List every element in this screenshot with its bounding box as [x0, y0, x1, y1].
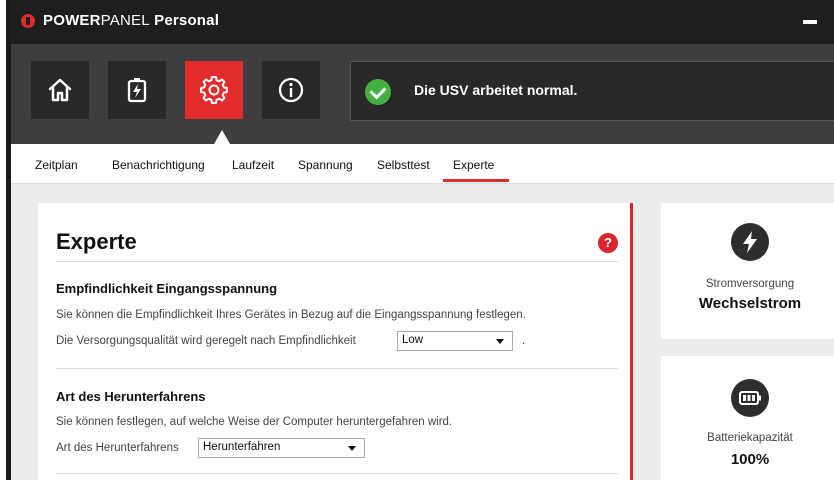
tab-selbsttest[interactable]: Selbsttest	[377, 158, 430, 172]
card-value: 100%	[730, 451, 770, 468]
power-logo-icon	[21, 14, 35, 28]
card-label: Stromversorgung	[705, 278, 795, 290]
app-window: POWERPANEL Personal Die USV arbeitet nor…	[0, 0, 834, 480]
status-bar: Die USV arbeitet normal.	[350, 61, 834, 121]
tab-zeitplan[interactable]: Zeitplan	[35, 158, 78, 172]
nav-info-button[interactable]	[262, 61, 320, 119]
shutdown-type-select[interactable]: Herunterfahren	[198, 438, 365, 458]
selected-tab-indicator	[443, 179, 509, 182]
tab-bar: Zeitplan Benachrichtigung Laufzeit Spann…	[11, 144, 834, 184]
nav-settings-button[interactable]	[185, 61, 243, 119]
chevron-down-icon	[348, 446, 356, 451]
minimize-button[interactable]	[803, 20, 817, 24]
shutdown-type-label: Art des Herunterfahrens	[56, 442, 179, 454]
card-value: Wechselstrom	[698, 295, 802, 312]
card-label: Batteriekapazität	[707, 432, 793, 444]
content-area: Experte ? Empfindlichkeit Eingangsspannu…	[11, 184, 834, 480]
section-title-shutdown-type: Art des Herunterfahrens	[56, 389, 206, 404]
checkmark-icon	[365, 79, 391, 105]
battery-glyph	[739, 391, 761, 405]
section-description-shutdown-type: Sie können festlegen, auf welche Weise d…	[56, 416, 453, 428]
lightning-glyph	[743, 231, 757, 253]
tab-spannung[interactable]: Spannung	[298, 158, 353, 172]
divider	[56, 368, 619, 369]
sentence-period: .	[522, 335, 526, 347]
info-icon	[278, 77, 304, 103]
tab-experte[interactable]: Experte	[453, 158, 494, 172]
nav-status-button[interactable]	[108, 61, 166, 119]
power-source-card: Stromversorgung Wechselstrom	[661, 203, 834, 339]
battery-capacity-card: Batteriekapazität 100%	[661, 356, 834, 480]
page-title: Experte	[56, 229, 137, 254]
sensitivity-select-value: Low	[402, 334, 424, 346]
experte-panel: Experte ? Empfindlichkeit Eingangsspannu…	[38, 203, 633, 480]
active-nav-pointer	[214, 130, 230, 144]
home-icon	[48, 78, 72, 102]
shutdown-type-select-value: Herunterfahren	[203, 441, 281, 453]
tab-laufzeit[interactable]: Laufzeit	[232, 158, 274, 172]
chevron-down-icon	[496, 339, 504, 344]
sensitivity-label: Die Versorgungsqualität wird geregelt na…	[56, 335, 356, 347]
section-title-input-sensitivity: Empfindlichkeit Eingangsspannung	[56, 281, 278, 296]
title-bar: POWERPANEL Personal	[11, 0, 834, 44]
divider	[56, 261, 619, 262]
sensitivity-select[interactable]: Low	[397, 331, 513, 351]
gear-icon	[200, 76, 228, 104]
status-text: Die USV arbeitet normal.	[414, 82, 578, 98]
battery-bolt-icon	[127, 78, 147, 103]
app-title: POWERPANEL Personal	[43, 12, 220, 29]
help-icon[interactable]: ?	[598, 233, 618, 253]
divider	[56, 473, 619, 474]
main-nav: Die USV arbeitet normal.	[11, 44, 834, 144]
section-description-input-sensitivity: Sie können die Empfindlichkeit Ihres Ger…	[56, 309, 526, 321]
lightning-icon	[731, 223, 769, 261]
tab-benachrichtigung[interactable]: Benachrichtigung	[112, 158, 205, 172]
window-frame	[6, 0, 11, 480]
nav-home-button[interactable]	[31, 61, 89, 119]
battery-icon	[731, 379, 769, 417]
